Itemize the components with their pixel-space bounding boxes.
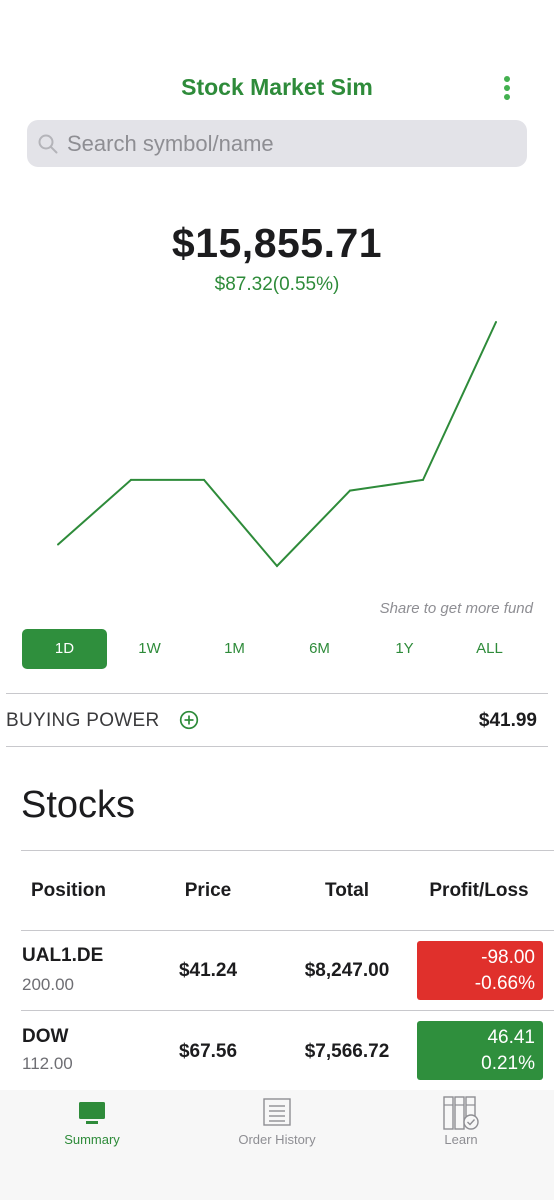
chart-point: [130, 478, 132, 481]
divider: [6, 693, 548, 694]
app-title: Stock Market Sim: [181, 74, 373, 100]
tab-label: Learn: [444, 1132, 478, 1147]
stock-symbol: UAL1.DE: [22, 945, 104, 966]
profit-loss-badge: 46.41 0.21%: [417, 1021, 543, 1080]
range-all[interactable]: ALL: [447, 629, 532, 669]
profit-loss-percent: 0.21%: [481, 1053, 535, 1074]
portfolio-chart: [57, 321, 497, 568]
portfolio-value: $15,855.71: [171, 220, 383, 266]
range-1w[interactable]: 1W: [107, 629, 192, 669]
search-icon: [38, 134, 58, 154]
monitor-icon: [79, 1102, 105, 1124]
stock-price: $41.24: [178, 960, 238, 981]
plus-circle-icon[interactable]: [179, 710, 199, 730]
chart-point: [422, 478, 424, 481]
tab-summary[interactable]: Summary: [37, 1090, 147, 1160]
chart-point: [276, 565, 278, 567]
portfolio-change: $87.32(0.55%): [214, 274, 340, 295]
tab-bar: Summary Order History Learn: [0, 1090, 554, 1200]
tab-label: Order History: [238, 1132, 316, 1147]
more-vertical-icon[interactable]: [498, 76, 516, 102]
tab-learn[interactable]: Learn: [416, 1090, 506, 1160]
chart-line-series: [57, 321, 497, 568]
chart-point: [495, 321, 497, 323]
profit-loss-value: 46.41: [487, 1027, 535, 1048]
range-1m[interactable]: 1M: [192, 629, 277, 669]
profit-loss-value: -98.00: [481, 947, 535, 968]
search-input[interactable]: [67, 120, 507, 167]
buying-power-value: $41.99: [478, 710, 537, 731]
tab-order-history[interactable]: Order History: [212, 1090, 342, 1160]
divider: [21, 850, 554, 851]
column-header-total: Total: [325, 880, 369, 901]
books-icon: [443, 1096, 479, 1130]
table-row[interactable]: DOW 112.00 $67.56 $7,566.72 46.41 0.21%: [21, 1011, 554, 1090]
column-header-price: Price: [184, 880, 232, 901]
chart-point: [203, 478, 205, 481]
buying-power-label: BUYING POWER: [6, 710, 160, 731]
stock-price: $67.56: [178, 1041, 238, 1062]
column-header-profit-loss: Profit/Loss: [429, 880, 529, 901]
chart-point: [57, 543, 59, 546]
range-1y[interactable]: 1Y: [362, 629, 447, 669]
table-row[interactable]: UAL1.DE 200.00 $41.24 $8,247.00 -98.00 -…: [21, 931, 554, 1010]
profit-loss-badge: -98.00 -0.66%: [417, 941, 543, 1000]
range-6m[interactable]: 6M: [277, 629, 362, 669]
tab-label: Summary: [64, 1132, 120, 1147]
profit-loss-percent: -0.66%: [474, 973, 535, 994]
chart-point: [349, 489, 351, 492]
stock-quantity: 112.00: [22, 1054, 73, 1073]
stock-quantity: 200.00: [22, 975, 74, 994]
search-bar[interactable]: [27, 120, 527, 167]
stock-total: $7,566.72: [304, 1041, 390, 1062]
column-header-position: Position: [31, 880, 106, 901]
divider: [6, 746, 548, 747]
stocks-heading: Stocks: [21, 784, 136, 826]
time-range-selector: 1D 1W 1M 6M 1Y ALL: [22, 629, 532, 669]
range-1d[interactable]: 1D: [22, 629, 107, 669]
list-icon: [263, 1098, 291, 1126]
stock-symbol: DOW: [22, 1026, 69, 1047]
stock-total: $8,247.00: [304, 960, 390, 981]
share-note: Share to get more fund: [379, 600, 533, 617]
